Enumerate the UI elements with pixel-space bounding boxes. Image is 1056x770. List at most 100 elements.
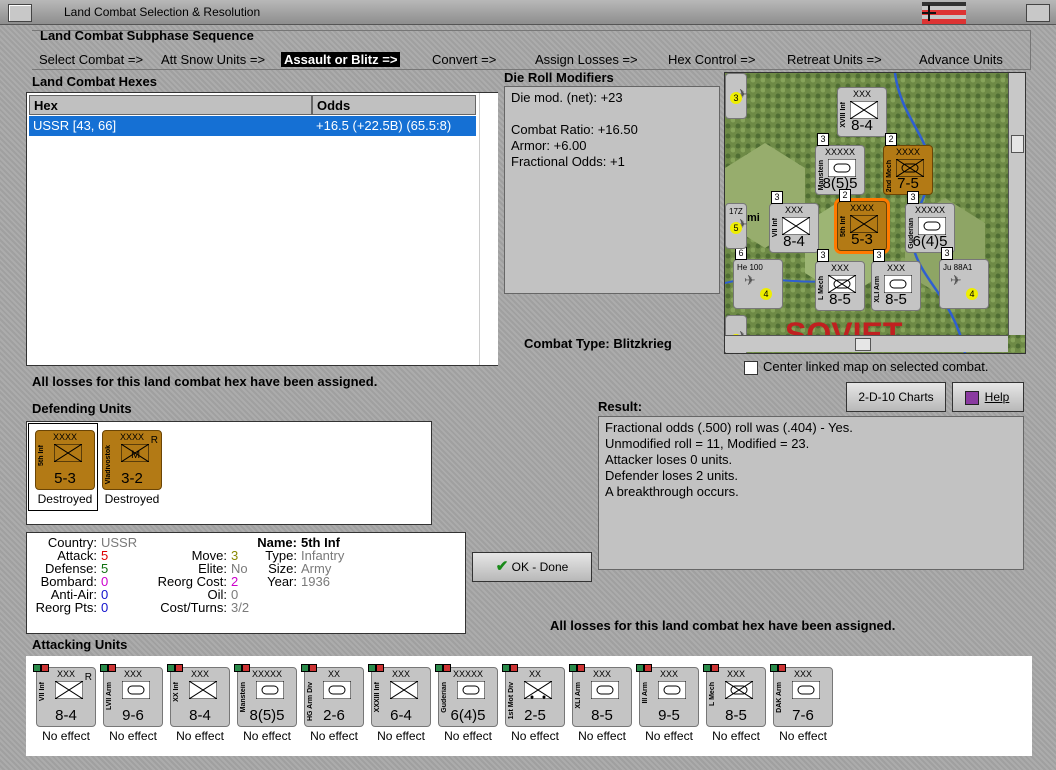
supply-pip-icon (368, 664, 376, 672)
subphase-sequence: Land Combat Subphase Sequence Select Com… (32, 28, 1031, 70)
aircraft-icon: ✈ (744, 272, 756, 288)
map-vscrollbar[interactable] (1008, 73, 1025, 335)
mot-symbol-icon (524, 681, 552, 699)
status-pip-icon (108, 664, 116, 672)
unit-counter[interactable]: XXX XXXIII Inf 6-4 (368, 664, 431, 727)
unit-name: L Mech (709, 682, 716, 706)
unit-name: III Arm (642, 682, 649, 704)
unit-counter[interactable]: XXXX 5th Inf 5-3 (837, 201, 887, 251)
unit-counter[interactable]: XXX XLI Arm 8-5 (871, 261, 921, 311)
unit-details-panel: Country: USSR Attack: 5 Defense: 5 Bomba… (26, 532, 466, 634)
modifier-line (511, 106, 713, 122)
map-vscroll-thumb[interactable] (1011, 135, 1024, 153)
unit-echelon: XXXX (849, 203, 874, 213)
phase-select-combat[interactable]: Select Combat => (39, 52, 143, 67)
phase-assign-losses[interactable]: Assign Losses => (535, 52, 638, 67)
air-strength-badge: 5 (730, 222, 742, 234)
unit-echelon: XXXXX (824, 147, 855, 157)
unit-counter[interactable]: XXX L Mech 8-5 (703, 664, 766, 727)
air-unit-counter[interactable]: Ju 88A1 ✈ 4 (939, 259, 989, 309)
supply-pip-icon (636, 664, 644, 672)
stack-count-badge: 3 (907, 191, 919, 204)
phase-assault-or-blitz[interactable]: Assault or Blitz => (281, 52, 401, 67)
ok-done-button[interactable]: ✔ OK - Done (472, 552, 592, 582)
column-header-odds[interactable]: Odds (312, 95, 476, 115)
unit-counter[interactable]: XXX L Mech 8-5 (815, 261, 865, 311)
charts-button[interactable]: 2-D-10 Charts (846, 382, 946, 412)
help-book-icon (965, 391, 979, 405)
phase-convert[interactable]: Convert => (432, 52, 496, 67)
status-pip-icon (510, 664, 518, 672)
unit-name: 5th Inf (38, 445, 45, 466)
unit-counter[interactable]: XXX III Arm 9-5 (636, 664, 699, 727)
air-unit-counter[interactable]: He 100 ✈ 4 (733, 259, 783, 309)
unit-strength: 8-5 (725, 707, 747, 724)
unit-strength: 8-5 (885, 291, 907, 308)
unit-counter[interactable]: XXX XX Inf 8-4 (167, 664, 230, 727)
unit-strength: 7-5 (897, 175, 919, 192)
unit-counter[interactable]: XXXXX Guderian 6(4)5 (435, 664, 498, 727)
arm-symbol-icon (658, 681, 686, 699)
status-pip-icon (711, 664, 719, 672)
inf-symbol-icon (189, 681, 217, 699)
arm-symbol-icon (323, 681, 351, 699)
unit-counter[interactable]: XXXXX Guderian 6(4)5 (905, 203, 955, 253)
phase-advance-units[interactable]: Advance Units (919, 52, 1003, 67)
hexes-scrollbar[interactable] (479, 93, 498, 365)
status-pip-icon (577, 664, 585, 672)
map-hscroll-thumb[interactable] (855, 338, 871, 351)
losses-message: All losses for this land combat hex have… (32, 374, 378, 389)
hexes-table: Hex Odds USSR [43, 66] +16.5 (+22.5B) (6… (26, 92, 498, 366)
supply-pip-icon (234, 664, 242, 672)
phase-retreat-units[interactable]: Retreat Units => (787, 52, 882, 67)
unit-counter[interactable]: XXXX 2nd Mech 7-5 (883, 145, 933, 195)
center-map-checkbox[interactable] (744, 361, 758, 375)
unit-echelon: XXX (830, 263, 849, 273)
air-strength-badge: 4 (966, 288, 978, 300)
combat-type: Combat Type: Blitzkrieg (524, 336, 672, 351)
unit-counter[interactable]: XXX VII Inf 8-4 R (33, 664, 96, 727)
column-header-hex[interactable]: Hex (29, 95, 312, 115)
unit-counter[interactable]: XXXXX Manstein 8(5)5 (234, 664, 297, 727)
result-panel: Fractional odds (.500) roll was (.404) -… (598, 416, 1024, 570)
unit-counter[interactable]: XXX VII Inf 8-4 (769, 203, 819, 253)
phase-att-snow-units[interactable]: Att Snow Units => (161, 52, 265, 67)
defending-label: Defending Units (32, 401, 132, 416)
unit-name: XLI Arm (575, 682, 582, 709)
ok-done-label: OK - Done (511, 560, 569, 574)
air-unit-counter[interactable]: 17Z ✈ 5 (725, 203, 748, 249)
unit-counter[interactable]: XX HG Arm Div 2-6 (301, 664, 364, 727)
unit-counter[interactable]: XX 1st Mot Div 2-5 (502, 664, 565, 727)
unit-counter[interactable]: XXXX 5th Inf 5-3 (35, 430, 95, 490)
unit-name: VII Inf (39, 682, 46, 702)
checkmark-icon: ✔ (495, 558, 509, 575)
unit-counter[interactable]: XXXX Vladivostok M 3-2 R (102, 430, 162, 490)
unit-counter[interactable]: XXX XLI Arm 8-5 (569, 664, 632, 727)
air-strength-badge: 3 (730, 92, 742, 104)
costturns-value: 3/2 (231, 600, 250, 615)
germany-flag-icon (922, 2, 966, 24)
air-strength-badge: 4 (760, 288, 772, 300)
supply-pip-icon (100, 664, 108, 672)
supply-pip-icon (167, 664, 175, 672)
stack-count-badge: 3 (941, 247, 953, 260)
linked-map[interactable]: SOVIET mi XXX XVIII Inf 8-4 XXXXX Manstein 8(… (724, 72, 1026, 354)
unit-counter[interactable]: XXX LVII Arm 9-6 (100, 664, 163, 727)
supply-pip-icon (569, 664, 577, 672)
unit-counter[interactable]: XXXXX Manstein 8(5)5 (815, 145, 865, 195)
arm-symbol-icon (792, 681, 820, 699)
window-menu-button[interactable] (8, 4, 32, 22)
stack-count-badge: 2 (839, 189, 851, 202)
supply-pip-icon (301, 664, 309, 672)
table-row[interactable]: USSR [43, 66] +16.5 (+22.5B) (65.5:8) (29, 116, 476, 136)
help-button[interactable]: Help (952, 382, 1024, 412)
phase-hex-control[interactable]: Hex Control => (668, 52, 755, 67)
air-unit-counter[interactable]: ✈ 3 (725, 73, 748, 119)
result-line: A breakthrough occurs. (605, 484, 739, 499)
unit-counter[interactable]: XXX DAK Arm 7-6 (770, 664, 833, 727)
window-close-button[interactable] (1026, 4, 1050, 22)
map-hscrollbar[interactable] (725, 335, 1008, 352)
unit-counter[interactable]: XXX XVIII Inf 8-4 (837, 87, 887, 137)
inf-symbol-icon (54, 444, 82, 462)
reserve-marker: R (84, 672, 92, 683)
